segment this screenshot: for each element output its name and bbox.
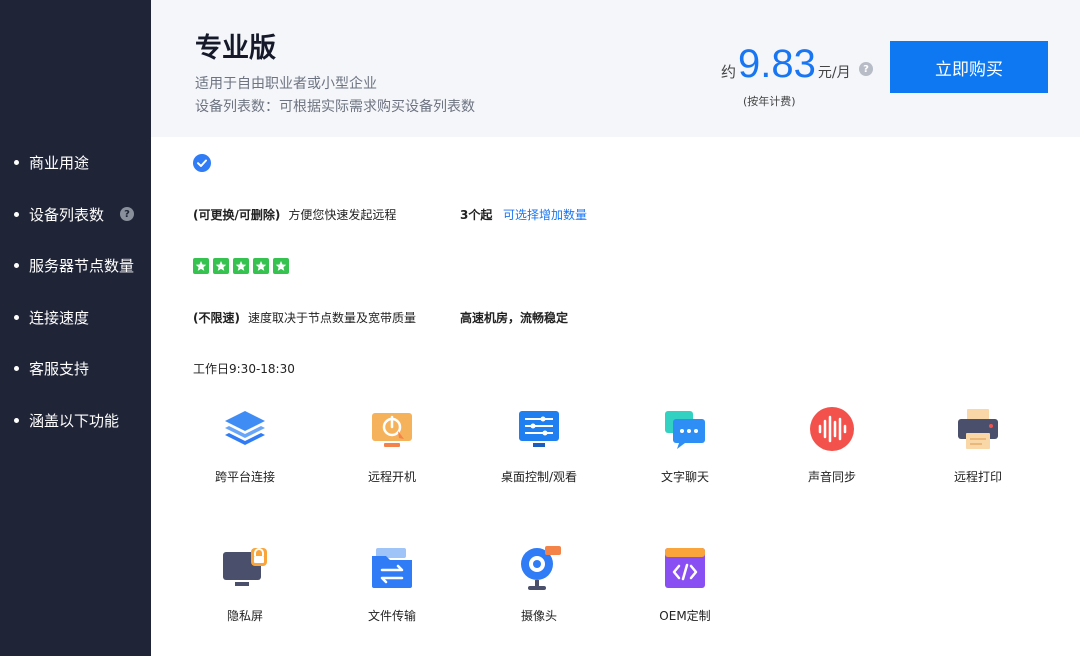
bullet-icon (14, 365, 19, 371)
privacy-screen-icon (223, 548, 267, 586)
speed-tag: (不限速) (193, 311, 240, 325)
feature-privacy-screen[interactable]: 隐私屏 (175, 544, 315, 624)
feature-text-chat[interactable]: 文字聊天 (615, 405, 755, 485)
star-icon (193, 258, 209, 274)
sidebar: 商业用途 设备列表数 ? 服务器节点数量 连接速度 客服支持 涵盖以下功能 (0, 0, 151, 656)
plan-header: 专业版 适用于自由职业者或小型企业 设备列表数：可根据实际需求购买设备列表数 约… (151, 0, 1080, 137)
check-circle-icon (193, 154, 211, 172)
sidebar-item-label: 客服支持 (29, 359, 90, 378)
feature-oem-custom[interactable]: OEM定制 (615, 544, 755, 624)
code-window-icon (665, 548, 705, 588)
feature-label: 摄像头 (520, 609, 557, 623)
sidebar-item-label: 设备列表数 (29, 205, 105, 224)
support-hours: 工作日9:30-18:30 (193, 362, 295, 376)
support-row: 工作日9:30-18:30 (193, 360, 295, 377)
layers-icon (225, 411, 265, 445)
device-list-row: (可更换/可删除) 方便您快速发起远程 3个起 可选择增加数量 (193, 206, 587, 223)
feature-label: 文字聊天 (660, 470, 709, 484)
desktop-control-icon (519, 411, 559, 447)
plan-device-note: 设备列表数：可根据实际需求购买设备列表数 (195, 99, 475, 115)
star-icon (233, 258, 249, 274)
feature-remote-print[interactable]: 远程打印 (908, 405, 1048, 485)
bullet-icon (14, 262, 19, 268)
feature-desktop-control[interactable]: 桌面控制/观看 (469, 405, 609, 485)
feature-label: 文件传输 (367, 609, 416, 623)
power-monitor-icon (372, 413, 412, 447)
feature-sound-sync[interactable]: 声音同步 (762, 405, 902, 485)
star-icon (213, 258, 229, 274)
camera-icon (521, 546, 561, 590)
feature-camera[interactable]: 摄像头 (469, 544, 609, 624)
device-list-text: 方便您快速发起远程 (288, 208, 397, 222)
feature-file-transfer[interactable]: 文件传输 (322, 544, 462, 624)
help-icon[interactable]: ? (120, 207, 135, 221)
sidebar-item-customer-support[interactable]: 客服支持 (14, 356, 89, 380)
bullet-icon (14, 417, 19, 423)
printer-icon (958, 409, 998, 449)
star-icon (273, 258, 289, 274)
star-icon (253, 258, 269, 274)
feature-label: 跨平台连接 (214, 470, 275, 484)
sidebar-item-label: 商业用途 (29, 153, 90, 172)
speed-row: (不限速) 速度取决于节点数量及宽带质量 高速机房，流畅稳定 (193, 309, 568, 326)
price-prefix: 约 (721, 63, 737, 81)
price: 约 9.83 元/月 (721, 44, 851, 88)
bullet-icon (14, 314, 19, 320)
sidebar-item-label: 服务器节点数量 (29, 256, 135, 275)
chat-icon (665, 411, 705, 449)
file-transfer-icon (372, 548, 412, 588)
price-value: 9.83 (738, 42, 816, 86)
sidebar-item-features[interactable]: 涵盖以下功能 (14, 408, 119, 432)
sidebar-item-server-nodes[interactable]: 服务器节点数量 (14, 253, 134, 277)
speed-text: 速度取决于节点数量及宽带质量 (247, 311, 416, 325)
help-icon[interactable]: ? (859, 62, 873, 76)
sidebar-item-label: 连接速度 (29, 308, 90, 327)
plan-title: 专业版 (195, 33, 276, 64)
feature-label: 隐私屏 (226, 609, 263, 623)
sidebar-item-connection-speed[interactable]: 连接速度 (14, 305, 89, 329)
sidebar-item-device-list[interactable]: 设备列表数 ? (14, 202, 135, 226)
feature-cross-platform[interactable]: 跨平台连接 (175, 405, 315, 485)
feature-label: 远程打印 (953, 470, 1002, 484)
bullet-icon (14, 211, 19, 217)
sidebar-item-business-use[interactable]: 商业用途 (14, 150, 89, 174)
add-devices-link[interactable]: 可选择增加数量 (503, 206, 587, 223)
price-unit: 元/月 (817, 65, 851, 81)
device-count: 3个起 (460, 208, 493, 222)
server-node-rating (193, 258, 289, 274)
feature-remote-boot[interactable]: 远程开机 (322, 405, 462, 485)
billing-note: (按年计费) (743, 95, 796, 108)
feature-label: 桌面控制/观看 (500, 470, 578, 484)
bullet-icon (14, 159, 19, 165)
feature-label: OEM定制 (659, 609, 711, 623)
buy-now-button[interactable]: 立即购买 (890, 41, 1048, 93)
sidebar-item-label: 涵盖以下功能 (29, 411, 120, 430)
device-list-tag: (可更换/可删除) (193, 208, 281, 222)
speed-note: 高速机房，流畅稳定 (460, 311, 569, 325)
sound-wave-icon (810, 407, 854, 451)
feature-label: 声音同步 (807, 470, 856, 484)
feature-label: 远程开机 (367, 470, 416, 484)
plan-description: 适用于自由职业者或小型企业 (195, 76, 377, 92)
